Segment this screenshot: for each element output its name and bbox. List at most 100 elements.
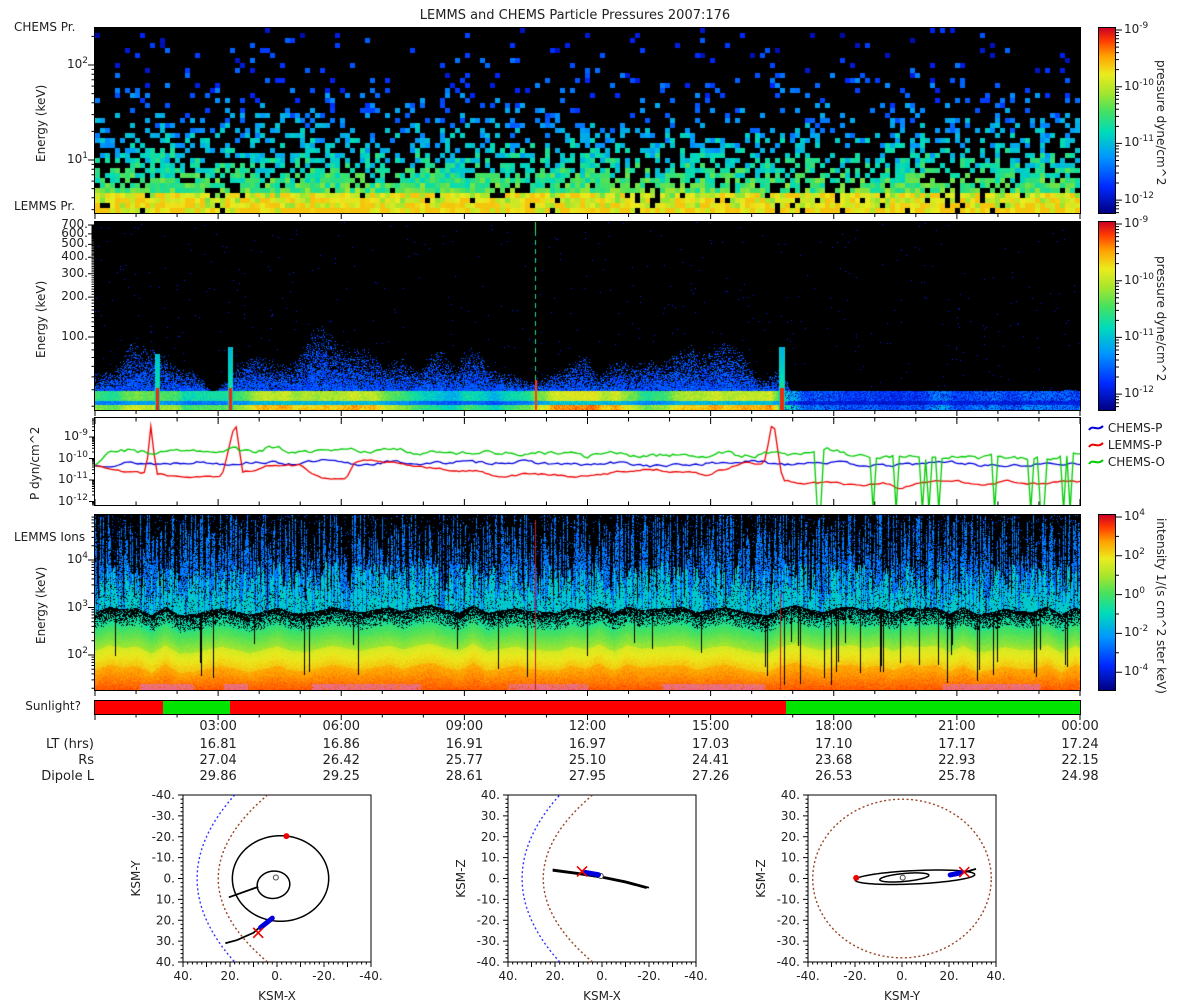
tick-marks — [88, 29, 1122, 720]
ephemeris-value: 25.10 — [568, 753, 607, 768]
ephemeris-value: 26.42 — [322, 753, 360, 768]
orbit-y-axis-title: KSM-Z — [754, 859, 768, 897]
orbit-y-tick-label: -10. — [777, 892, 800, 906]
ephemeris-value: 16.97 — [568, 737, 607, 752]
ephemeris-row-label: LT (hrs) — [45, 737, 94, 752]
orbit-x-tick-label: -40. — [684, 969, 707, 983]
ephemeris-value: 24.41 — [692, 753, 730, 768]
start-dot-marker — [283, 833, 290, 840]
colorbar-tick-label: 10-9 — [1124, 21, 1149, 36]
orbit-y-tick-label: 30. — [481, 809, 500, 823]
ephemeris-value: 16.86 — [322, 737, 360, 752]
current-position-segment — [583, 869, 601, 878]
ephemeris-value: 17.17 — [938, 737, 976, 752]
ephemeris-row-label: Dipole L — [41, 769, 94, 784]
plot-page: LEMMS and CHEMS Particle Pressures 2007:… — [0, 0, 1200, 1000]
orbit-x-tick-label: 20. — [545, 969, 564, 983]
orbit-y-tick-label: 0. — [489, 872, 500, 886]
energy-tick-label: 101 — [66, 151, 88, 166]
orbit-x-tick-label: 0. — [896, 969, 907, 983]
orbit-y-tick-label: -10. — [477, 892, 500, 906]
energy-tick-label: 102 — [66, 646, 88, 661]
orbit-tick-marks — [503, 794, 697, 967]
orbit-y-tick-label: 10. — [781, 851, 800, 865]
ephemeris-value: 17.24 — [1061, 737, 1099, 752]
orbit-x-tick-label: 40. — [173, 969, 192, 983]
magnetopause-curve — [542, 794, 593, 963]
orbit-y-tick-label: -20. — [152, 830, 175, 844]
orbit-plot-xz: 40. 20. 0. -20. -40.40.30.20.10.0.-10.-20.-3… — [454, 788, 708, 1000]
orbit-x-axis-title: KSM-Y — [884, 989, 921, 1000]
time-tick-label: 12:00 — [568, 719, 607, 734]
ephemeris-value: 25.77 — [445, 753, 483, 768]
orbit-plot-xy: 40. 20. 0. -20. -40. -40. -30. -20. -10. 0. 10. 20.… — [129, 788, 383, 1000]
colorbar-tick-label: 10-12 — [1124, 385, 1154, 401]
orbit-x-tick-label: -20. — [843, 969, 866, 983]
orbit-y-tick-label: -30. — [777, 934, 800, 948]
orbit-x-axis-title: KSM-X — [258, 989, 296, 1000]
orbit-x-axis-title: KSM-X — [583, 989, 621, 1000]
pressure-tick-label: 10-12 — [58, 492, 88, 508]
ephemeris-value: 17.03 — [692, 737, 730, 752]
saturn-marker — [899, 874, 906, 881]
energy-tick-label: 200. — [61, 289, 88, 304]
orbit-x-tick-label: 20. — [220, 969, 239, 983]
colorbar-tick-label: 10-2 — [1124, 624, 1149, 640]
colorbar-tick-label: 10-11 — [1124, 134, 1154, 150]
orbit-y-axis-title: KSM-Z — [454, 859, 468, 897]
orbit-path — [225, 918, 270, 945]
ephemeris-value: 23.68 — [815, 753, 853, 768]
saturn-marker — [272, 874, 279, 881]
orbit-x-tick-label: -20. — [637, 969, 660, 983]
colorbar-tick-label: 10-9 — [1124, 215, 1149, 230]
bow-shock-curve — [196, 794, 236, 963]
orbit-y-tick-label: -20. — [477, 913, 500, 927]
orbit-tick-marks — [178, 794, 372, 967]
colorbar-tick-label: 104 — [1124, 508, 1146, 523]
orbit-x-tick-label: -40. — [796, 969, 819, 983]
orbit-y-tick-label: 40. — [156, 955, 175, 969]
orbit-x-tick-label: 20. — [939, 969, 958, 983]
orbit-x-tick-label: 40. — [986, 969, 1005, 983]
orbit-y-tick-label: 30. — [781, 809, 800, 823]
ephemeris-row-label: Rs — [78, 753, 94, 768]
ephemeris-value: 16.81 — [199, 737, 237, 752]
orbit-y-tick-label: 40. — [781, 788, 800, 802]
colorbar-tick-label: 10-11 — [1124, 328, 1154, 344]
start-dot-marker — [853, 874, 860, 881]
time-tick-label: 21:00 — [938, 719, 976, 734]
orbit-y-tick-label: 0. — [164, 872, 175, 886]
orbit-path — [231, 834, 330, 923]
colorbar-tick-label: 10-4 — [1124, 663, 1149, 679]
time-tick-label: 15:00 — [691, 719, 730, 734]
energy-tick-label: 102 — [66, 56, 88, 71]
ephemeris-value: 22.15 — [1061, 753, 1099, 768]
orbit-y-tick-label: 0. — [789, 872, 800, 886]
orbit-y-tick-label: -40. — [477, 955, 500, 969]
colorbar-tick-label: 102 — [1124, 546, 1146, 562]
orbit-y-tick-label: 20. — [156, 913, 175, 927]
orbit-y-tick-label: -40. — [777, 955, 800, 969]
orbit-y-tick-label: -40. — [152, 788, 175, 802]
orbit-y-tick-label: -10. — [152, 851, 175, 865]
time-tick-label: 00:00 — [1061, 719, 1099, 734]
ephemeris-value: 24.98 — [1061, 769, 1099, 784]
orbit-y-tick-label: 40. — [481, 788, 500, 802]
orbit-x-tick-label: -40. — [359, 969, 382, 983]
orbit-x-tick-label: 0. — [271, 969, 282, 983]
colorbar-tick-label: 10-10 — [1124, 77, 1154, 93]
orbit-y-tick-label: 20. — [481, 830, 500, 844]
orbit-x-tick-label: 0. — [596, 969, 607, 983]
current-position-segment — [947, 870, 964, 878]
colorbar-tick-label: 10-12 — [1124, 191, 1154, 207]
ephemeris-value: 16.91 — [445, 737, 483, 752]
pressure-tick-label: 10-9 — [63, 428, 88, 443]
orbit-plot-yz: -40. -20. 0. 20. 40. 40. 30. 20. 10. 0. -10. -20. -3… — [754, 788, 1006, 1000]
time-tick-label: 03:00 — [199, 719, 237, 734]
colorbar-tick-label: 10-10 — [1124, 271, 1154, 287]
orbit-y-tick-label: 30. — [156, 934, 175, 948]
energy-tick-label: 100. — [61, 329, 88, 343]
energy-tick-label: 400. — [61, 249, 88, 264]
orbit-y-axis-title: KSM-Y — [129, 860, 143, 897]
orbit-y-tick-label: -30. — [152, 809, 175, 823]
